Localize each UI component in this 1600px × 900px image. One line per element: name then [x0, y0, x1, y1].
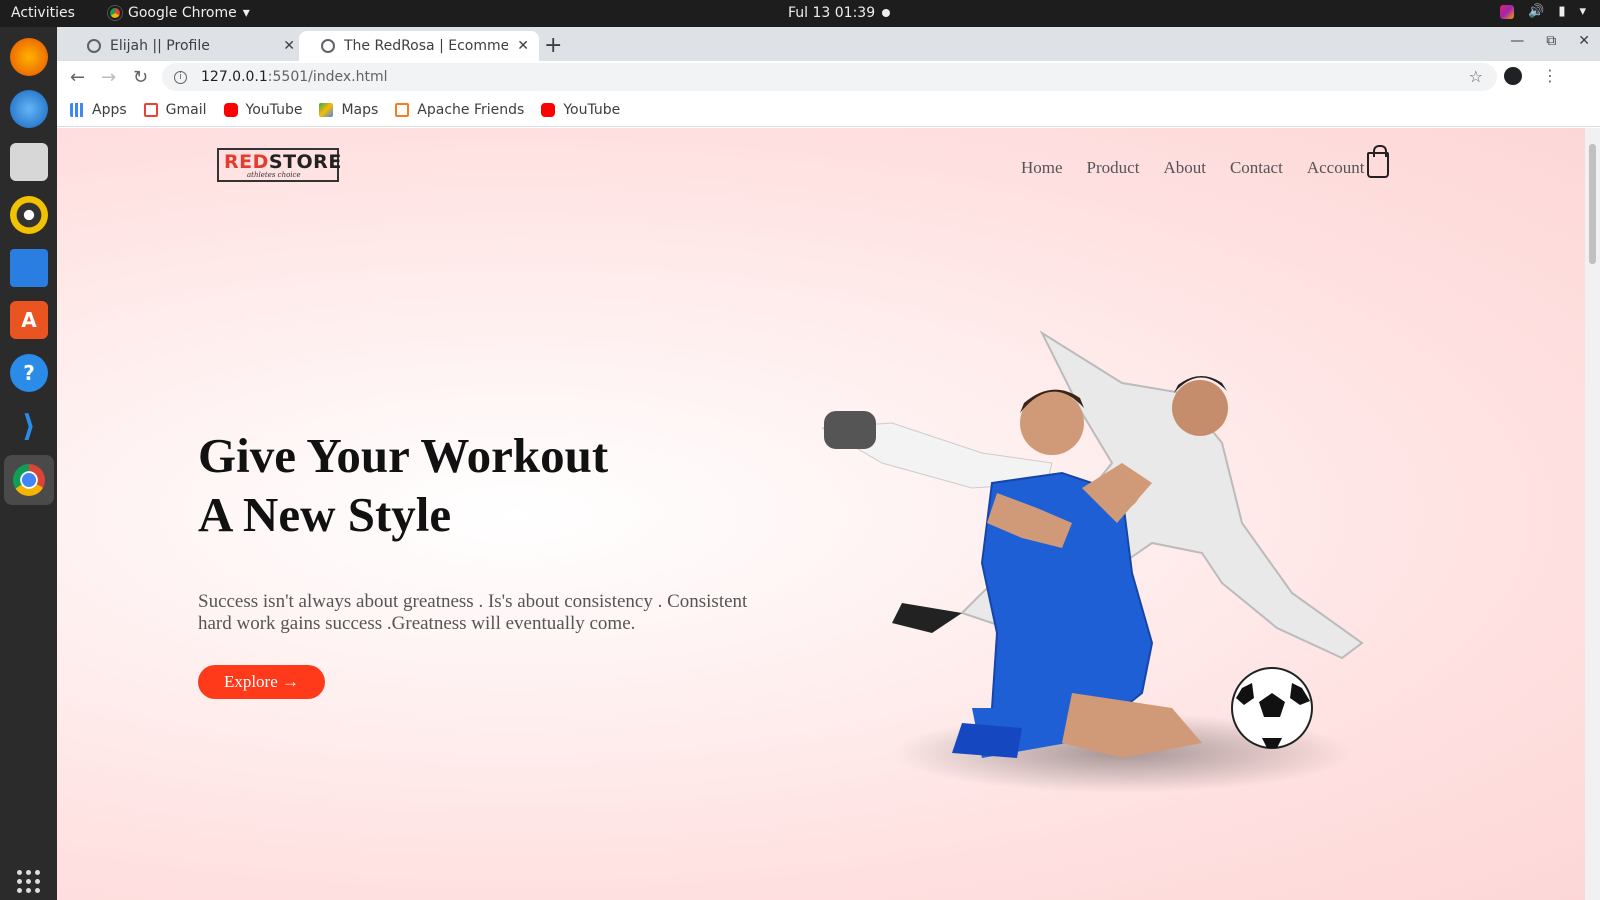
bookmark-label: YouTube [563, 101, 621, 118]
chrome-icon [108, 6, 122, 20]
chrome-menu-icon[interactable]: ⋮ [1542, 66, 1558, 85]
app-menu[interactable]: Google Chrome ▾ [108, 5, 250, 21]
logo-wordmark: REDSTORE [224, 151, 342, 173]
back-arrow-icon[interactable]: ← [70, 67, 85, 88]
bookmark-youtube[interactable]: YouTube [223, 101, 303, 118]
nav-account[interactable]: Account [1307, 158, 1365, 178]
close-window-icon[interactable]: ✕ [1578, 33, 1590, 49]
close-tab-icon[interactable]: ✕ [517, 38, 529, 54]
nav-contact[interactable]: Contact [1230, 158, 1283, 178]
scrollbar-thumb[interactable] [1589, 144, 1596, 264]
nav-about[interactable]: About [1163, 158, 1206, 178]
minimize-icon[interactable]: — [1510, 33, 1524, 49]
shopping-bag-icon[interactable] [1367, 145, 1389, 178]
chrome-dock-item[interactable] [4, 455, 54, 505]
url-host: 127.0.0.1 [201, 69, 268, 85]
show-applications-icon[interactable] [17, 870, 41, 894]
chrome-icon [13, 464, 45, 496]
system-top-bar: Activities Google Chrome ▾ Ful 13 01:39 … [0, 0, 1600, 27]
bookmark-gmail[interactable]: Gmail [143, 101, 207, 118]
tab-title: Elijah || Profile [110, 38, 210, 54]
globe-icon [87, 39, 101, 53]
gmail-icon [143, 102, 158, 117]
thunderbird-icon[interactable] [10, 90, 48, 128]
close-tab-icon[interactable]: ✕ [283, 38, 295, 54]
hero-title-line1: Give Your Workout [198, 428, 609, 483]
browser-toolbar: ← → ↻ i 127.0.0.1:5501/index.html ☆ ⋮ [57, 61, 1600, 93]
tab-title: The RedRosa | Ecommerce [344, 38, 509, 54]
bookmark-label: Apache Friends [417, 101, 525, 118]
youtube-icon [541, 102, 556, 117]
notification-dot-icon [882, 9, 890, 17]
tab-redrosa-ecommerce[interactable]: The RedRosa | Ecommerce ✕ [299, 31, 539, 61]
profile-avatar-icon[interactable] [1504, 67, 1522, 85]
forward-arrow-icon[interactable]: → [101, 67, 116, 88]
bookmark-apps[interactable]: Apps [70, 102, 127, 118]
page-content: REDSTORE athletes choice Home Product Ab… [57, 128, 1585, 900]
system-tray[interactable]: 🔊 ▮ ▾ [1500, 4, 1586, 19]
bookmark-maps[interactable]: Maps [319, 102, 378, 118]
bookmark-label: Gmail [165, 101, 207, 118]
software-center-icon[interactable]: A [10, 301, 48, 339]
hero-soccer-players-image [822, 330, 1364, 793]
site-info-icon[interactable]: i [174, 70, 187, 84]
color-picker-icon[interactable] [1500, 4, 1515, 19]
url-path: :5501/index.html [267, 69, 388, 85]
chevron-down-icon: ▾ [242, 5, 250, 21]
libreoffice-writer-icon[interactable] [10, 249, 48, 287]
youtube-icon [223, 102, 238, 117]
logo-tagline: athletes choice [247, 171, 301, 179]
bookmark-youtube-2[interactable]: YouTube [541, 102, 620, 118]
explore-button[interactable]: Explore → [198, 665, 325, 699]
tab-strip: Elijah || Profile ✕ The RedRosa | Ecomme… [57, 27, 1600, 61]
window-controls: — ⧉ ✕ [1510, 33, 1590, 49]
restore-icon[interactable]: ⧉ [1546, 33, 1556, 49]
hero-title: Give Your Workout A New Style [198, 426, 608, 544]
battery-icon[interactable]: ▮ [1558, 4, 1565, 19]
hero-text: Success isn't always about greatness . I… [198, 591, 748, 634]
maps-icon [319, 102, 334, 117]
apps-grid-icon [70, 102, 84, 117]
nav-home[interactable]: Home [1021, 158, 1063, 178]
files-icon[interactable] [10, 143, 48, 181]
main-nav: Home Product About Contact Account [1021, 158, 1364, 178]
bookmark-apache-friends[interactable]: Apache Friends [395, 102, 524, 118]
reload-icon[interactable]: ↻ [133, 67, 148, 88]
rhythmbox-icon[interactable] [10, 196, 48, 234]
bookmarks-bar: Apps Gmail YouTube Maps Apache Friends Y… [57, 93, 1600, 127]
tab-elijah-profile[interactable]: Elijah || Profile ✕ [65, 31, 305, 61]
vscode-icon[interactable]: ⟩ [10, 407, 48, 445]
bookmark-label: YouTube [245, 101, 303, 118]
page-scrollbar[interactable] [1585, 128, 1600, 900]
redstore-logo[interactable]: REDSTORE athletes choice [217, 148, 342, 182]
globe-icon [321, 39, 335, 53]
app-menu-label: Google Chrome [128, 5, 237, 21]
logo-prefix: RED [224, 151, 269, 173]
address-bar[interactable]: i 127.0.0.1:5501/index.html ☆ [162, 63, 1497, 91]
bookmark-label: Maps [341, 101, 379, 118]
new-tab-icon[interactable]: + [544, 33, 562, 58]
xampp-icon [395, 102, 410, 117]
firefox-icon[interactable] [10, 38, 48, 76]
help-icon[interactable]: ? [10, 354, 48, 392]
nav-product[interactable]: Product [1087, 158, 1140, 178]
logo-suffix: STORE [268, 151, 342, 173]
bookmark-label: Apps [92, 101, 127, 118]
volume-icon[interactable]: 🔊 [1528, 4, 1544, 19]
tray-menu-chevron-icon[interactable]: ▾ [1579, 4, 1586, 19]
activities-button[interactable]: Activities [11, 5, 75, 21]
dock: A ? ⟩ [0, 27, 57, 900]
clock[interactable]: Ful 13 01:39 [788, 5, 875, 21]
browser-window: Elijah || Profile ✕ The RedRosa | Ecomme… [57, 27, 1600, 900]
hero-title-line2: A New Style [198, 487, 452, 542]
bookmark-star-icon[interactable]: ☆ [1469, 67, 1483, 86]
